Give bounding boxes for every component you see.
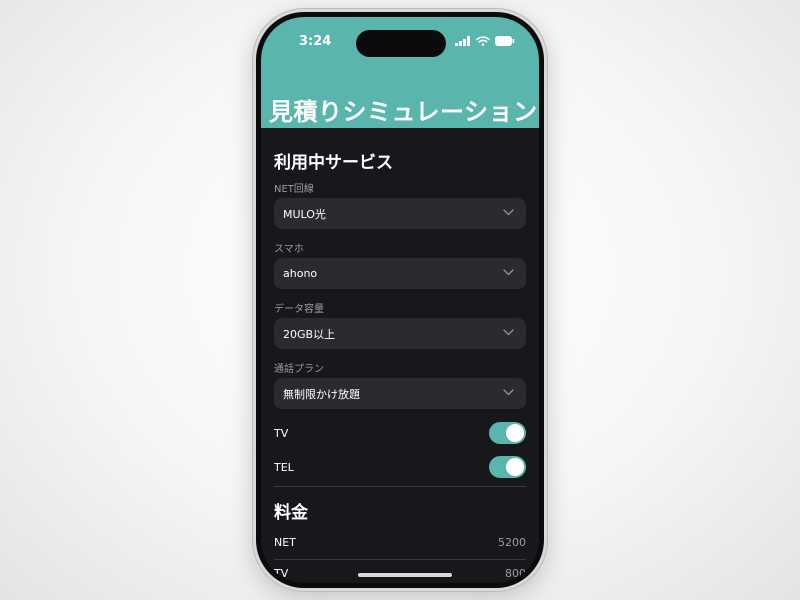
page-title: 見積りシミュレーション bbox=[269, 98, 538, 126]
tel-row: TEL bbox=[274, 456, 526, 480]
net-select-value: MULO光 bbox=[283, 207, 326, 221]
data-select[interactable]: 20GB以上 bbox=[274, 318, 526, 349]
dynamic-island bbox=[356, 30, 446, 57]
toggle-knob bbox=[506, 458, 524, 476]
price-row-value: 5200 bbox=[498, 536, 526, 549]
net-label: NET回線 bbox=[274, 184, 314, 195]
call-label: 通話プラン bbox=[274, 364, 324, 375]
status-bar: 3:24 bbox=[261, 17, 539, 63]
price-row: NET 5200 bbox=[274, 528, 526, 559]
toggle-knob bbox=[506, 424, 524, 442]
price-row-name: NET bbox=[274, 536, 296, 549]
app-screen: 3:24 見積りシミュレーション 利用中サービス NET回線 MULO光 スマホ… bbox=[261, 17, 539, 583]
data-select-value: 20GB以上 bbox=[283, 327, 336, 341]
phone-label: スマホ bbox=[274, 244, 304, 255]
section-divider bbox=[274, 486, 526, 487]
call-select[interactable]: 無制限かけ放題 bbox=[274, 378, 526, 409]
phone-bezel: 3:24 見積りシミュレーション 利用中サービス NET回線 MULO光 スマホ… bbox=[256, 12, 544, 588]
tv-row: TV bbox=[274, 422, 526, 446]
price-row-name: TV bbox=[274, 567, 289, 580]
tel-label: TEL bbox=[274, 461, 294, 474]
home-indicator[interactable] bbox=[358, 573, 452, 577]
tv-label: TV bbox=[274, 427, 289, 440]
services-section-title: 利用中サービス bbox=[274, 153, 393, 173]
battery-icon bbox=[495, 36, 515, 46]
data-label: データ容量 bbox=[274, 304, 324, 315]
wifi-icon bbox=[476, 36, 490, 46]
phone-select-value: ahono bbox=[283, 267, 318, 280]
call-select-value: 無制限かけ放題 bbox=[283, 387, 360, 401]
status-time: 3:24 bbox=[299, 34, 332, 49]
price-row: TV 800 bbox=[274, 559, 526, 583]
chevron-down-icon bbox=[503, 209, 514, 216]
tv-toggle[interactable] bbox=[489, 422, 526, 444]
tel-toggle[interactable] bbox=[489, 456, 526, 478]
pricing-section-title: 料金 bbox=[274, 503, 308, 523]
header: 3:24 見積りシミュレーション bbox=[261, 17, 539, 128]
phone-select[interactable]: ahono bbox=[274, 258, 526, 289]
chevron-down-icon bbox=[503, 329, 514, 336]
price-row-value: 800 bbox=[505, 567, 526, 580]
net-select[interactable]: MULO光 bbox=[274, 198, 526, 229]
chevron-down-icon bbox=[503, 269, 514, 276]
phone-frame: 3:24 見積りシミュレーション 利用中サービス NET回線 MULO光 スマホ… bbox=[252, 8, 548, 592]
status-icons bbox=[455, 36, 515, 46]
signal-icon bbox=[455, 36, 470, 46]
chevron-down-icon bbox=[503, 389, 514, 396]
